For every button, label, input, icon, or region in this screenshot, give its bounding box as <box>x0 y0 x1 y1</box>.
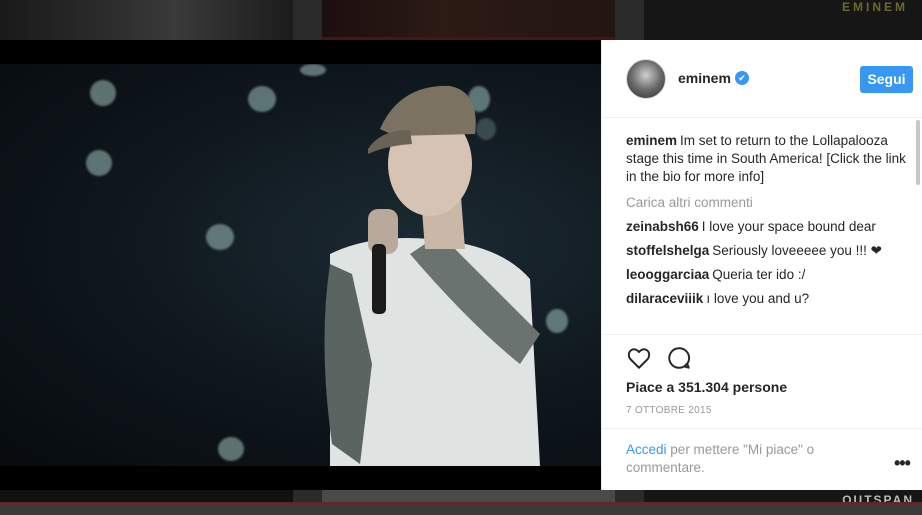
comment-item: dilaraceviiik ı love you and u? <box>626 290 914 308</box>
login-link[interactable]: Accedi <box>626 442 667 457</box>
comment-item: stoffelshelga Seriously loveeeee you !!! … <box>626 242 914 260</box>
login-prompt-text: Accedi per mettere "Mi piace" o commenta… <box>626 441 866 477</box>
comment-item: leooggarciaa Queria ter ido :/ <box>626 266 914 284</box>
comment-text: Queria ter ido :/ <box>712 267 806 282</box>
follow-button[interactable]: Segui <box>860 66 913 93</box>
scrollbar[interactable] <box>916 120 920 185</box>
comment-username[interactable]: zeinabsh66 <box>626 219 699 234</box>
background-post-thumbnail: EMINEM <box>644 0 922 40</box>
post-photo[interactable] <box>0 40 601 490</box>
username-link[interactable]: eminem <box>678 70 731 86</box>
post-caption: eminem Im set to return to the Lollapaloo… <box>626 132 914 186</box>
concert-photo <box>0 64 601 466</box>
comment-username[interactable]: stoffelshelga <box>626 243 709 258</box>
window-bottom-bar <box>0 505 922 515</box>
avatar[interactable] <box>626 59 666 99</box>
comment-username[interactable]: dilaraceviiik <box>626 291 703 306</box>
performer-silhouette <box>324 85 540 466</box>
comment-icon[interactable] <box>666 345 692 371</box>
more-options-icon[interactable]: ••• <box>894 453 911 474</box>
background-thumbnail-text: EMINEM <box>842 0 908 14</box>
caption-username[interactable]: eminem <box>626 133 677 148</box>
background-post-thumbnail <box>322 0 615 40</box>
login-prompt: Accedi per mettere "Mi piace" o commenta… <box>602 428 922 490</box>
load-more-comments-link[interactable]: Carica altri commenti <box>626 194 914 212</box>
comment-text: Seriously loveeeee you !!! ❤ <box>712 243 882 258</box>
comment-text: I love your space bound dear <box>701 219 876 234</box>
verified-badge-icon: ✔ <box>735 71 749 85</box>
background-post-thumbnail <box>0 0 293 40</box>
comment-text: ı love you and u? <box>706 291 810 306</box>
comment-item: zeinabsh66 I love your space bound dear <box>626 218 914 236</box>
post-header: eminem ✔ Segui <box>602 40 922 118</box>
comment-username[interactable]: leooggarciaa <box>626 267 709 282</box>
likes-count[interactable]: Piace a 351.304 persone <box>626 379 787 395</box>
comments-list: eminem Im set to return to the Lollapaloo… <box>626 132 914 314</box>
heart-icon[interactable] <box>626 345 652 371</box>
post-side-panel: eminem ✔ Segui eminem Im set to return to… <box>601 40 922 490</box>
post-date[interactable]: 7 ottobre 2015 <box>626 405 712 416</box>
